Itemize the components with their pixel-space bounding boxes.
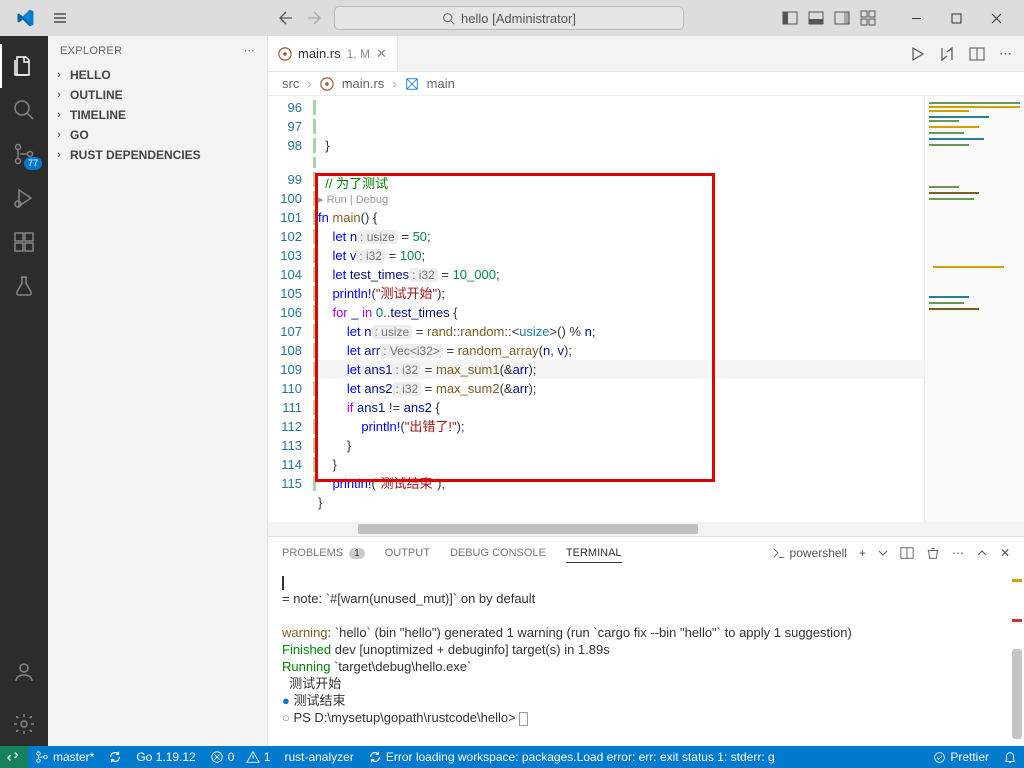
status-remote[interactable] [0,746,28,768]
chevron-right-icon: › [52,129,66,141]
title-bar: hello [Administrator] [0,0,1024,36]
status-bar: master* Go 1.19.12 0 1 rust-analyzer Err… [0,746,1024,768]
terminal-body[interactable]: = note: `#[warn(unused_mut)]` on by defa… [268,569,1024,746]
window-close-icon[interactable] [976,0,1016,36]
explorer-sidebar: EXPLORER ⋯ ›HELLO›OUTLINE›TIMELINE›GO›RU… [48,36,268,746]
scm-badge: 77 [24,157,42,170]
breadcrumb-item[interactable]: src [282,76,299,91]
search-placeholder: hello [Administrator] [461,11,576,26]
activity-search[interactable] [0,88,48,132]
status-notifications-icon[interactable] [996,750,1024,764]
command-center[interactable]: hello [Administrator] [334,6,684,30]
chevron-right-icon: › [52,69,66,81]
activity-extensions[interactable] [0,220,48,264]
code-line[interactable]: println!("测试结束"); [318,474,924,493]
code-line[interactable]: let test_times: i32 = 10_000; [318,265,924,284]
layout-customize-icon[interactable] [860,10,876,26]
status-go-version[interactable]: Go 1.19.12 [129,746,202,768]
diff-icon[interactable] [939,46,955,62]
editor-area: main.rs 1, M ✕ ⋯ src › main.rs › main 96… [268,36,1024,746]
layout-sidebar-left-icon[interactable] [782,10,798,26]
terminal-kill-icon[interactable] [926,546,940,560]
run-icon[interactable] [909,46,925,62]
code-line[interactable] [318,155,924,174]
panel-close-icon[interactable]: ✕ [1000,546,1010,560]
chevron-right-icon: › [307,76,311,91]
activity-bar: 77 [0,36,48,746]
tab-main-rs[interactable]: main.rs 1, M ✕ [268,36,398,71]
sidebar-section-go[interactable]: ›GO [48,125,267,145]
code-line[interactable]: println!("出错了!"); [318,417,924,436]
code-line[interactable]: } [318,493,924,512]
code-line[interactable]: } [318,455,924,474]
breadcrumb[interactable]: src › main.rs › main [268,72,1024,96]
sidebar-more-icon[interactable]: ⋯ [244,44,255,57]
activity-debug[interactable] [0,176,48,220]
code-line[interactable] [318,512,924,531]
split-icon[interactable] [969,46,985,62]
tab-more-icon[interactable]: ⋯ [999,46,1012,62]
sidebar-section-hello[interactable]: ›HELLO [48,65,267,85]
activity-explorer[interactable] [0,44,48,88]
panel-maximize-icon[interactable] [976,547,988,559]
panel-more-icon[interactable]: ⋯ [952,546,964,560]
code-line[interactable]: let arr: Vec<i32> = random_array(n, v); [318,341,924,360]
minimap[interactable] [924,96,1024,522]
status-sync[interactable] [101,746,129,768]
rust-file-icon [278,47,292,61]
chevron-right-icon: › [52,89,66,101]
tab-filename: main.rs [298,46,341,61]
editor-tabs: main.rs 1, M ✕ ⋯ [268,36,1024,72]
breadcrumb-item[interactable]: main [427,76,455,91]
activity-scm[interactable]: 77 [0,132,48,176]
layout-sidebar-right-icon[interactable] [834,10,850,26]
code-line[interactable]: if ans1 != ans2 { [318,398,924,417]
status-branch[interactable]: master* [28,746,101,768]
code-line[interactable]: let ans2: i32 = max_sum2(&arr); [318,379,924,398]
chevron-right-icon: › [52,149,66,161]
code-line[interactable]: let v: i32 = 100; [318,246,924,265]
sidebar-title: EXPLORER [60,45,122,57]
code-line[interactable]: } [318,136,924,155]
breadcrumb-item[interactable]: main.rs [342,76,385,91]
search-icon [442,12,455,25]
sidebar-section-outline[interactable]: ›OUTLINE [48,85,267,105]
chevron-right-icon: › [392,76,396,91]
chevron-right-icon: › [52,109,66,121]
menu-icon[interactable] [52,10,68,26]
nav-back-icon[interactable] [278,10,294,26]
status-error-msg[interactable]: Error loading workspace: packages.Load e… [361,746,782,768]
code-line[interactable]: let ans1: i32 = max_sum1(&arr); [318,360,924,379]
activity-account[interactable] [0,650,48,694]
sidebar-section-rust-dependencies[interactable]: ›RUST DEPENDENCIES [48,145,267,165]
layout-panel-icon[interactable] [808,10,824,26]
code-line[interactable]: } [318,436,924,455]
code-line[interactable]: println!("测试开始"); [318,284,924,303]
sidebar-section-timeline[interactable]: ›TIMELINE [48,105,267,125]
code-line[interactable]: // 为了测试 [318,174,924,193]
status-rust-analyzer[interactable]: rust-analyzer [277,746,360,768]
code-editor[interactable]: } // 为了测试▸ Run | Debugfn main() { let n:… [318,96,924,522]
codelens-run-debug[interactable]: ▸ Run | Debug [318,193,924,208]
symbol-function-icon [405,77,419,91]
tab-modified: 1, M [347,47,370,61]
window-maximize-icon[interactable] [936,0,976,36]
code-line[interactable]: let n: usize = rand::random::<usize>() %… [318,322,924,341]
code-line[interactable]: for _ in 0..test_times { [318,303,924,322]
activity-testing[interactable] [0,264,48,308]
code-line[interactable]: fn main() { [318,208,924,227]
status-problems[interactable]: 0 1 [203,746,278,768]
code-line[interactable]: let n: usize = 50; [318,227,924,246]
vscode-logo-icon [16,9,34,27]
terminal-scroll[interactable] [1012,569,1022,746]
status-prettier[interactable]: Prettier [926,750,996,764]
tab-close-icon[interactable]: ✕ [376,46,387,62]
window-minimize-icon[interactable] [896,0,936,36]
line-gutter: 9697989910010110210310410510610710810911… [268,96,318,522]
rust-file-icon [320,77,334,91]
activity-settings[interactable] [0,702,48,746]
nav-forward-icon[interactable] [306,10,322,26]
